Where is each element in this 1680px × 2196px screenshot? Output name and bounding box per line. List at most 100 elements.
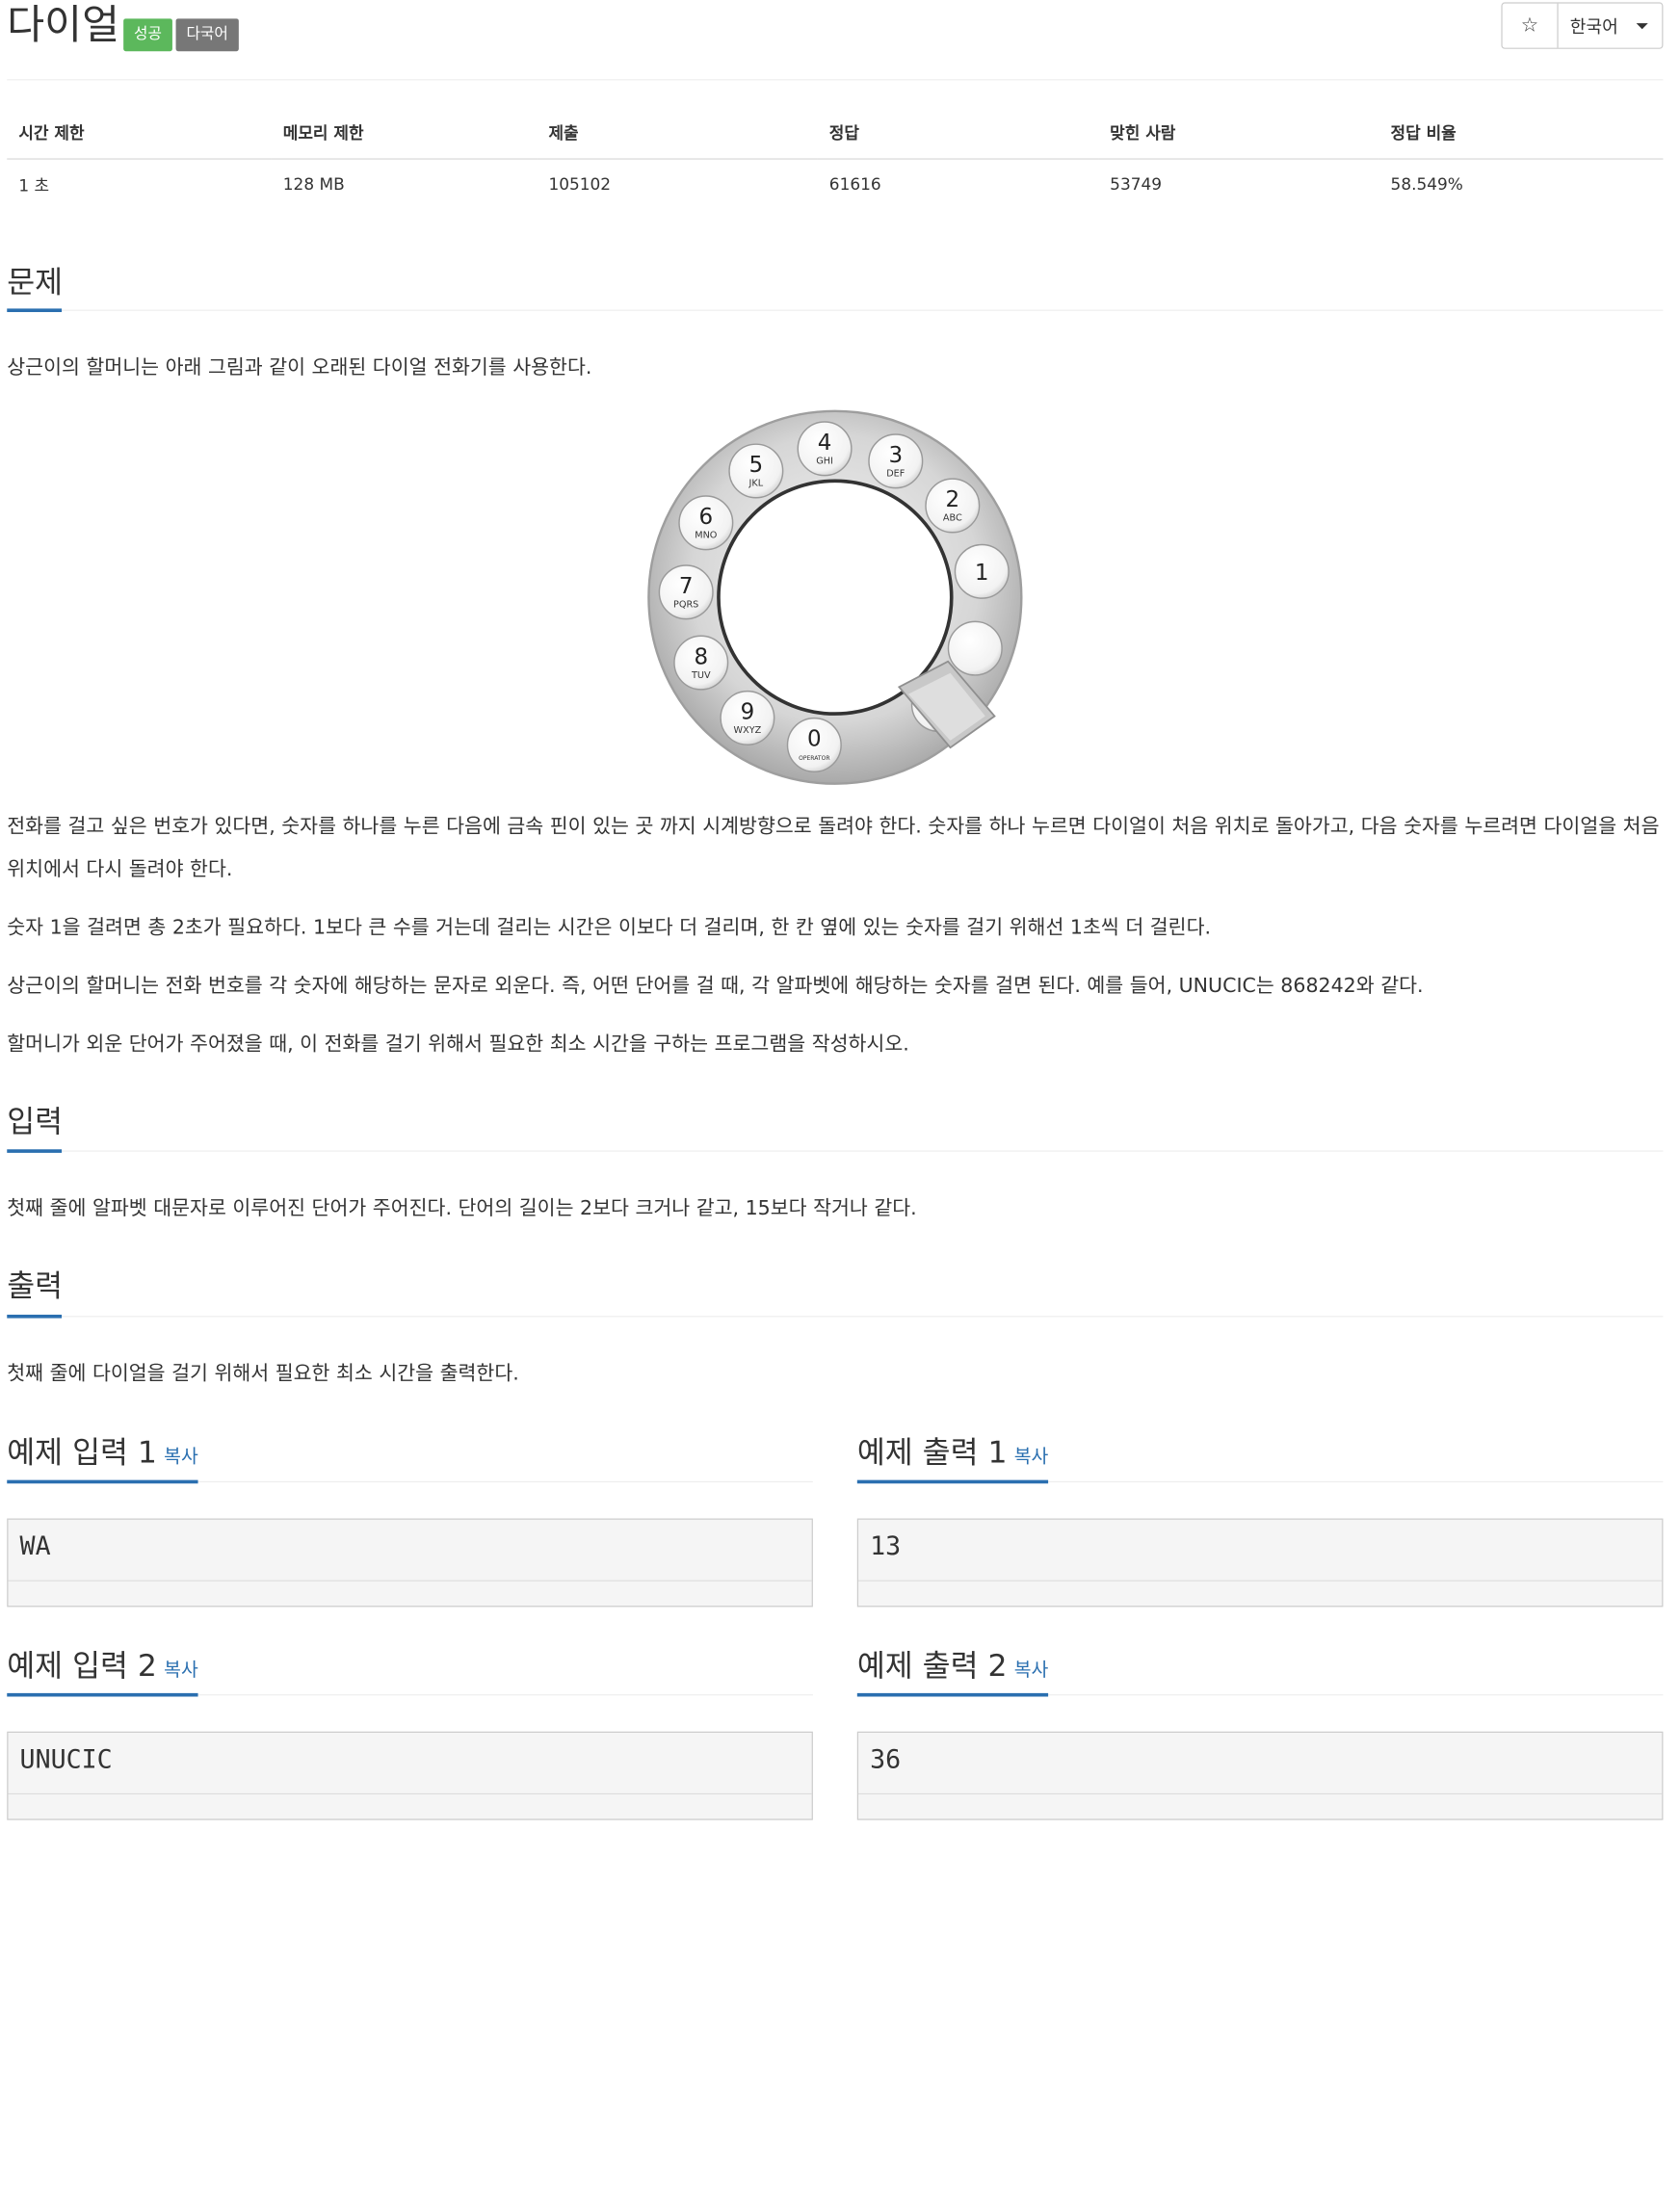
info-header-submissions: 제출 bbox=[537, 107, 818, 160]
dial-key-3: 3DEF bbox=[868, 433, 924, 489]
favorite-button[interactable]: ☆ bbox=[1503, 3, 1559, 48]
language-label: 한국어 bbox=[1569, 15, 1618, 38]
sample-input-1-text: WA bbox=[19, 1532, 51, 1562]
problem-info-table: 시간 제한 메모리 제한 제출 정답 맞힌 사람 정답 비율 1 초 128 M… bbox=[7, 107, 1664, 211]
sample-input-2-text: UNUCIC bbox=[19, 1745, 113, 1775]
sample-input-1-heading: 예제 입력 1 복사 bbox=[7, 1428, 198, 1472]
section-underline bbox=[7, 1314, 63, 1319]
dial-key-letters: PQRS bbox=[673, 600, 698, 611]
sample-input-2-title: 예제 입력 2 bbox=[7, 1648, 157, 1685]
dial-key-letters: DEF bbox=[886, 469, 905, 480]
caret-down-icon bbox=[1637, 22, 1649, 29]
sample-box-divider bbox=[858, 1580, 1663, 1582]
dial-key-number: 1 bbox=[975, 561, 989, 586]
dial-empty-hole bbox=[947, 620, 1003, 676]
problem-paragraph-5: 할머니가 외운 단어가 주어졌을 때, 이 전화를 걸기 위해서 필요한 최소 … bbox=[7, 1033, 909, 1057]
dial-key-number: 7 bbox=[679, 574, 694, 599]
info-accepted: 61616 bbox=[828, 175, 881, 195]
info-header-accepted: 정답 bbox=[817, 107, 1099, 160]
info-time-limit: 1 초 bbox=[18, 176, 50, 196]
copy-sample-input-1-button[interactable]: 복사 bbox=[164, 1445, 198, 1467]
section-divider bbox=[7, 309, 1664, 311]
page-title: 다이얼 bbox=[7, 2, 120, 49]
info-submissions: 105102 bbox=[548, 175, 612, 195]
dial-key-number: 4 bbox=[818, 431, 832, 456]
sample-output-1-heading: 예제 출력 1 복사 bbox=[857, 1428, 1049, 1472]
dial-key-4: 4GHI bbox=[797, 421, 853, 477]
problem-paragraph-2: 전화를 걸고 싶은 번호가 있다면, 숫자를 하나를 누른 다음에 금속 핀이 … bbox=[7, 815, 1660, 882]
sample-input-1-box[interactable]: WA bbox=[7, 1518, 813, 1608]
sample-output-2-box[interactable]: 36 bbox=[856, 1731, 1664, 1820]
info-header-time-limit: 시간 제한 bbox=[7, 107, 272, 160]
dial-hole bbox=[947, 620, 1003, 676]
info-header-ratio: 정답 비율 bbox=[1378, 107, 1664, 160]
sample-output-1-text: 13 bbox=[870, 1532, 902, 1562]
dial-key-2: 2ABC bbox=[925, 478, 981, 534]
output-section-title: 출력 bbox=[7, 1268, 64, 1305]
dial-key-letters: JKL bbox=[748, 479, 764, 489]
section-underline bbox=[7, 1479, 198, 1484]
dial-key-6: 6MNO bbox=[678, 495, 734, 551]
dial-key-letters: ABC bbox=[943, 513, 962, 524]
problem-section-title: 문제 bbox=[7, 265, 64, 301]
section-divider bbox=[7, 1150, 1664, 1152]
dial-key-letters: OPERATOR bbox=[799, 755, 830, 762]
sample-output-2-heading: 예제 출력 2 복사 bbox=[857, 1642, 1049, 1686]
header-button-group: ☆ 한국어 bbox=[1501, 2, 1664, 49]
dial-key-0: 0 OPERATOR bbox=[786, 717, 842, 772]
rotary-dial-image: 12ABC3DEF4GHI5JKL6MNO7PQRS8TUV9WXYZ 0OPER… bbox=[647, 409, 1023, 785]
problem-page: 다이얼 성공 다국어 ☆ 한국어 시간 제한 메모리 제한 제출 정답 맞힌 사… bbox=[7, 0, 1664, 1820]
output-description: 첫째 줄에 다이얼을 걸기 위해서 필요한 최소 시간을 출력한다. bbox=[7, 1362, 519, 1386]
language-dropdown[interactable]: 한국어 bbox=[1559, 4, 1663, 48]
sample-input-1-title: 예제 입력 1 bbox=[7, 1435, 157, 1471]
dial-key-letters: WXYZ bbox=[734, 725, 762, 736]
info-header-memory-limit: 메모리 제한 bbox=[271, 107, 538, 160]
problem-header: 다이얼 성공 다국어 ☆ 한국어 bbox=[7, 0, 1664, 81]
section-underline bbox=[7, 308, 63, 313]
star-icon: ☆ bbox=[1520, 13, 1539, 38]
sample-input-2-box[interactable]: UNUCIC bbox=[7, 1731, 813, 1820]
status-badge-success: 성공 bbox=[123, 18, 172, 52]
section-underline bbox=[856, 1479, 1049, 1484]
info-value-row: 1 초 128 MB 105102 61616 53749 58.549% bbox=[7, 159, 1663, 211]
dial-key-1: 1 bbox=[954, 543, 1010, 599]
dial-key-letters: MNO bbox=[695, 531, 718, 541]
input-description: 첫째 줄에 알파벳 대문자로 이루어진 단어가 주어진다. 단어의 길이는 2보… bbox=[7, 1196, 917, 1221]
dial-key-number: 8 bbox=[694, 644, 708, 669]
copy-sample-output-2-button[interactable]: 복사 bbox=[1014, 1659, 1049, 1681]
section-underline bbox=[856, 1692, 1049, 1697]
info-solvers: 53749 bbox=[1110, 175, 1163, 195]
section-underline bbox=[7, 1149, 63, 1153]
input-section-title: 입력 bbox=[7, 1105, 64, 1140]
problem-paragraph-1: 상근이의 할머니는 아래 그림과 같이 오래된 다이얼 전화기를 사용한다. bbox=[7, 355, 592, 380]
sample-output-2-text: 36 bbox=[870, 1745, 902, 1775]
copy-sample-input-2-button[interactable]: 복사 bbox=[164, 1659, 198, 1681]
info-memory-limit: 128 MB bbox=[282, 175, 345, 195]
dial-key-letters: GHI bbox=[816, 457, 833, 467]
info-ratio: 58.549% bbox=[1390, 175, 1463, 195]
dial-key-number: 3 bbox=[888, 443, 903, 468]
sample-output-2-title: 예제 출력 2 bbox=[856, 1648, 1008, 1685]
dial-key-number: 5 bbox=[749, 453, 764, 478]
sample-input-2-heading: 예제 입력 2 복사 bbox=[7, 1642, 198, 1686]
dial-key-number: 9 bbox=[741, 700, 755, 725]
problem-paragraph-4: 상근이의 할머니는 전화 번호를 각 숫자에 해당하는 문자로 외운다. 즉, … bbox=[7, 974, 1424, 999]
dial-key-number: 0 bbox=[807, 727, 822, 752]
sample-output-1-box[interactable]: 13 bbox=[856, 1518, 1664, 1608]
section-divider bbox=[7, 1316, 1664, 1318]
sample-box-divider bbox=[858, 1792, 1663, 1795]
info-header-solvers: 맞힌 사람 bbox=[1098, 107, 1379, 160]
dial-key-letters: TUV bbox=[691, 670, 711, 681]
info-header-row: 시간 제한 메모리 제한 제출 정답 맞힌 사람 정답 비율 bbox=[7, 107, 1664, 160]
sample-output-1-title: 예제 출력 1 bbox=[856, 1435, 1008, 1471]
problem-paragraph-3: 숫자 1을 걸려면 총 2초가 필요하다. 1보다 큰 수를 거는데 걸리는 시… bbox=[7, 916, 1212, 940]
dial-key-number: 6 bbox=[699, 505, 714, 530]
dial-key-7: 7PQRS bbox=[658, 564, 714, 620]
status-badge-multilang: 다국어 bbox=[175, 18, 239, 52]
section-underline bbox=[7, 1692, 198, 1697]
dial-key-number: 2 bbox=[945, 487, 959, 512]
dial-key-5: 5JKL bbox=[728, 443, 784, 499]
dial-key-9: 9WXYZ bbox=[720, 690, 775, 745]
sample-box-divider bbox=[8, 1580, 812, 1582]
copy-sample-output-1-button[interactable]: 복사 bbox=[1014, 1445, 1049, 1467]
